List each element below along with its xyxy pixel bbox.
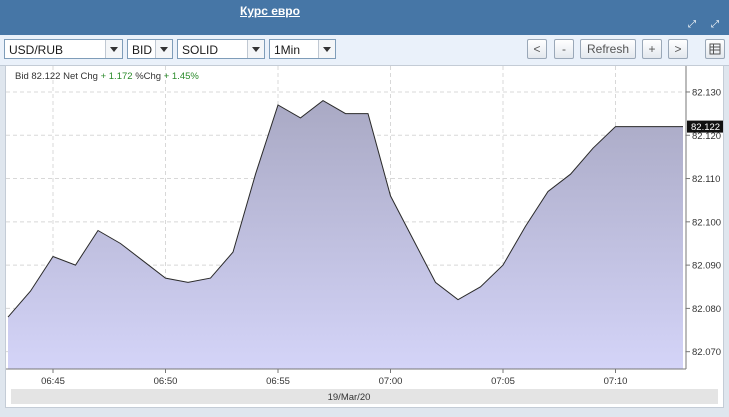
pct-chg-value: + 1.45% xyxy=(163,71,199,82)
pct-chg-label: %Chg xyxy=(135,71,162,82)
quote-info: Bid 82.122 Net Chg + 1.172 %Chg + 1.45% xyxy=(15,71,199,82)
net-chg-value: + 1.172 xyxy=(100,71,133,82)
x-tick-label: 06:45 xyxy=(41,376,65,387)
price-type-select-value: BID xyxy=(132,43,153,57)
interval-select-value: 1Min xyxy=(274,43,301,57)
data-table-button[interactable] xyxy=(705,39,725,59)
x-tick-label: 07:00 xyxy=(379,376,403,387)
price-chart[interactable]: 82.07082.08082.09082.10082.11082.12082.1… xyxy=(6,66,723,407)
symbol-select[interactable]: USD/RUB xyxy=(4,39,123,59)
title-bar: Курс евро ⤢ ⤢ xyxy=(0,0,729,35)
price-area xyxy=(8,100,683,369)
date-label: 19/Mar/20 xyxy=(328,392,371,403)
zoom-out-button[interactable]: - xyxy=(554,39,574,59)
y-tick-label: 82.100 xyxy=(692,217,721,228)
x-tick-label: 07:10 xyxy=(604,376,628,387)
table-icon xyxy=(709,43,721,55)
x-tick-label: 06:55 xyxy=(266,376,290,387)
net-chg-label: Net Chg xyxy=(63,71,98,82)
style-select-value: SOLID xyxy=(182,43,219,57)
popout-icon[interactable]: ⤢ xyxy=(709,19,721,31)
price-type-select[interactable]: BID xyxy=(127,39,173,59)
y-tick-label: 82.130 xyxy=(692,87,721,98)
last-value-label: 82.122 xyxy=(691,122,720,133)
y-tick-label: 82.110 xyxy=(692,174,720,185)
y-tick-label: 82.070 xyxy=(692,347,721,358)
y-tick-label: 82.090 xyxy=(692,261,721,272)
window-title[interactable]: Курс евро xyxy=(0,4,540,18)
zoom-in-button[interactable]: + xyxy=(642,39,662,59)
next-button[interactable]: > xyxy=(668,39,688,59)
last-value-marker: 82.122 xyxy=(687,120,723,133)
chart-area[interactable]: 82.070 82.080 82.090 82.100 82.110 82.120 82.1… xyxy=(5,65,724,408)
symbol-select-value: USD/RUB xyxy=(9,43,64,57)
chevron-down-icon[interactable] xyxy=(318,40,335,58)
x-tick-label: 07:05 xyxy=(491,376,515,387)
chart-widget: Курс евро ⤢ ⤢ USD/RUB BID SOLID 1Min < -… xyxy=(0,0,729,417)
interval-select[interactable]: 1Min xyxy=(269,39,336,59)
bid-value: 82.122 xyxy=(31,71,61,82)
chart-toolbar: USD/RUB BID SOLID 1Min < - Refresh + > xyxy=(0,35,729,66)
date-bar: 19/Mar/20 xyxy=(11,389,718,404)
prev-button[interactable]: < xyxy=(527,39,547,59)
y-tick-label: 82.080 xyxy=(692,304,721,315)
style-select[interactable]: SOLID xyxy=(177,39,265,59)
chevron-down-icon[interactable] xyxy=(247,40,264,58)
chevron-down-icon[interactable] xyxy=(105,40,122,58)
x-axis-ticks: 06:45 06:50 06:55 07:00 07:05 07:10 xyxy=(41,369,627,387)
expand-icon[interactable]: ⤢ xyxy=(686,19,698,31)
bid-label: Bid xyxy=(15,71,29,82)
refresh-button[interactable]: Refresh xyxy=(580,39,636,59)
x-tick-label: 06:50 xyxy=(154,376,178,387)
chevron-down-icon[interactable] xyxy=(155,40,172,58)
